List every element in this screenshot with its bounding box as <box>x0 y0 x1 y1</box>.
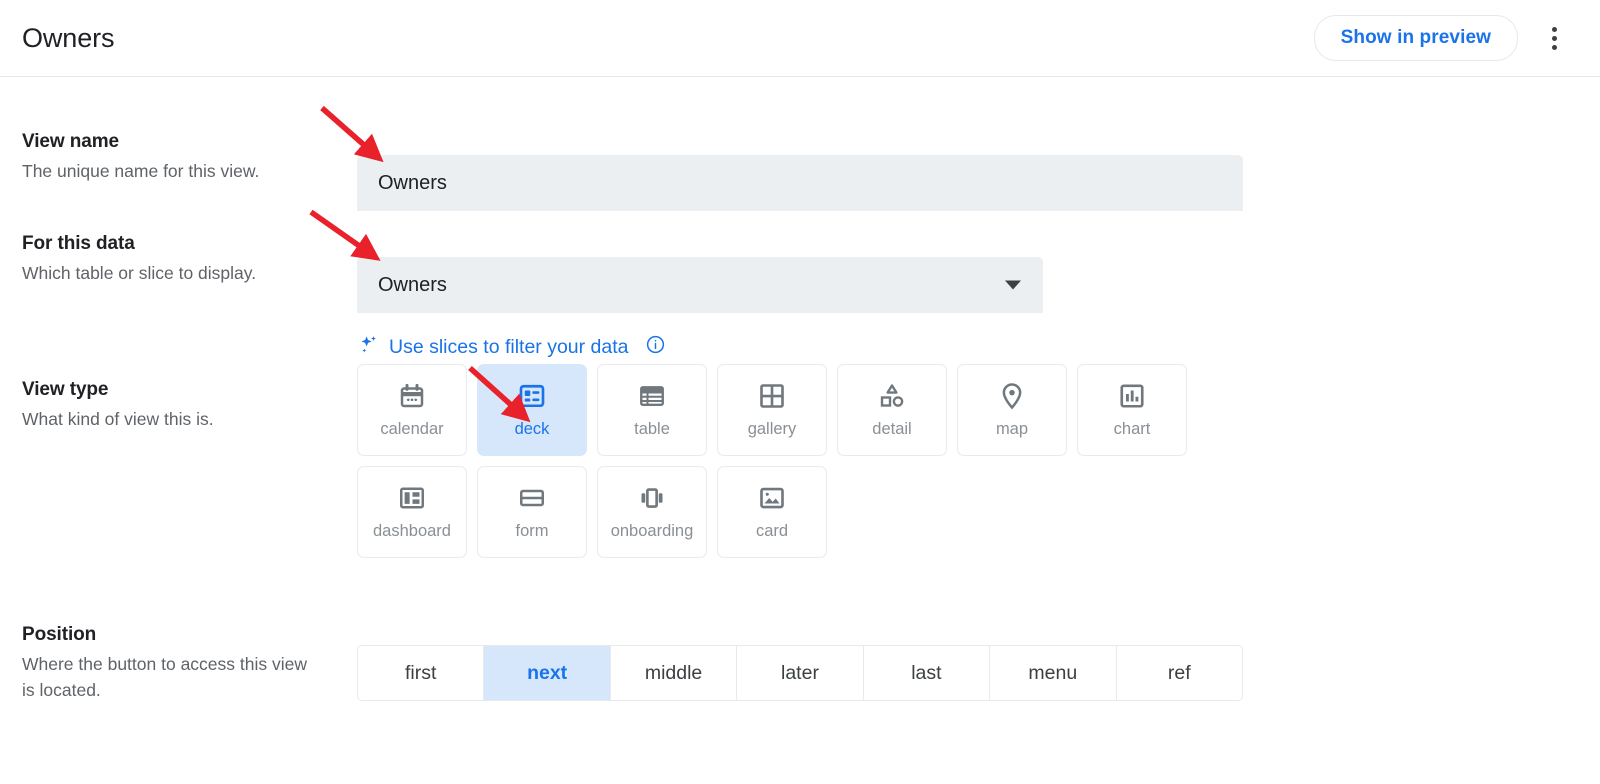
header-actions: Show in preview <box>1314 15 1578 61</box>
detail-icon <box>877 381 907 411</box>
for-this-data-description: Which table or slice to display. <box>22 260 320 286</box>
position-label: Position <box>22 622 320 648</box>
view-type-tile-label: card <box>756 522 788 541</box>
slices-row: Use slices to filter your data <box>357 333 1043 361</box>
view-type-tile-label: calendar <box>380 420 443 439</box>
view-type-tile-table[interactable]: table <box>597 364 707 456</box>
view-type-tile-form[interactable]: form <box>477 466 587 558</box>
view-name-row: View name The unique name for this view. <box>0 129 1243 211</box>
position-segment-menu[interactable]: menu <box>990 646 1116 700</box>
view-type-tile-calendar[interactable]: calendar <box>357 364 467 456</box>
view-type-tile-label: onboarding <box>611 522 694 541</box>
view-type-label: View type <box>22 377 320 403</box>
use-slices-link[interactable]: Use slices to filter your data <box>389 336 629 359</box>
view-name-label: View name <box>22 129 320 155</box>
view-type-tile-label: table <box>634 420 670 439</box>
view-type-tiles: calendar deck table gallery <box>357 364 1247 558</box>
view-type-tile-label: gallery <box>748 420 797 439</box>
chart-icon <box>1117 381 1147 411</box>
info-icon[interactable] <box>645 334 666 360</box>
position-segment-first[interactable]: first <box>358 646 484 700</box>
view-type-tile-onboarding[interactable]: onboarding <box>597 466 707 558</box>
view-type-tile-map[interactable]: map <box>957 364 1067 456</box>
position-segment-middle[interactable]: middle <box>611 646 737 700</box>
view-type-tile-chart[interactable]: chart <box>1077 364 1187 456</box>
view-type-tile-label: form <box>516 522 549 541</box>
view-name-field-wrap <box>357 155 1243 211</box>
position-segment-ref[interactable]: ref <box>1117 646 1242 700</box>
position-segment-last[interactable]: last <box>864 646 990 700</box>
position-segment-next[interactable]: next <box>484 646 610 700</box>
view-name-input[interactable] <box>357 155 1243 211</box>
kebab-menu-icon[interactable] <box>1534 18 1574 58</box>
sparkle-icon <box>357 333 380 361</box>
position-labels: Position Where the button to access this… <box>0 622 334 703</box>
dashboard-icon <box>397 483 427 513</box>
view-type-description: What kind of view this is. <box>22 406 320 432</box>
view-name-description: The unique name for this view. <box>22 158 320 184</box>
for-this-data-row: For this data Which table or slice to di… <box>0 231 1043 361</box>
calendar-icon <box>397 381 427 411</box>
data-source-select-value[interactable]: Owners <box>357 257 1043 313</box>
view-type-tile-detail[interactable]: detail <box>837 364 947 456</box>
view-type-tile-label: detail <box>872 420 911 439</box>
view-type-tile-label: deck <box>515 420 550 439</box>
view-type-tile-dashboard[interactable]: dashboard <box>357 466 467 558</box>
for-this-data-label: For this data <box>22 231 320 257</box>
page-header: Owners Show in preview <box>0 0 1600 77</box>
show-in-preview-button[interactable]: Show in preview <box>1314 15 1518 61</box>
position-segmented-control: firstnextmiddlelaterlastmenuref <box>357 645 1243 701</box>
onboarding-icon <box>637 483 667 513</box>
data-source-select[interactable]: Owners <box>357 257 1043 313</box>
for-this-data-controls: Owners Use slices to filter your data <box>357 257 1043 361</box>
view-type-tile-deck[interactable]: deck <box>477 364 587 456</box>
position-description: Where the button to access this view is … <box>22 651 320 703</box>
map-pin-icon <box>997 381 1027 411</box>
view-name-labels: View name The unique name for this view. <box>0 129 334 211</box>
table-icon <box>637 381 667 411</box>
position-segment-later[interactable]: later <box>737 646 863 700</box>
form-icon <box>517 483 547 513</box>
deck-icon <box>517 381 547 411</box>
position-row: Position Where the button to access this… <box>0 622 1243 703</box>
view-type-tile-gallery[interactable]: gallery <box>717 364 827 456</box>
view-type-tile-label: chart <box>1114 420 1151 439</box>
card-icon <box>757 483 787 513</box>
gallery-icon <box>757 381 787 411</box>
view-type-labels: View type What kind of view this is. <box>0 377 334 558</box>
view-type-tile-label: map <box>996 420 1028 439</box>
page-title: Owners <box>22 23 114 54</box>
for-this-data-labels: For this data Which table or slice to di… <box>0 231 334 361</box>
view-type-row: View type What kind of view this is. cal… <box>0 377 1247 558</box>
view-type-tile-card[interactable]: card <box>717 466 827 558</box>
view-type-tile-label: dashboard <box>373 522 451 541</box>
